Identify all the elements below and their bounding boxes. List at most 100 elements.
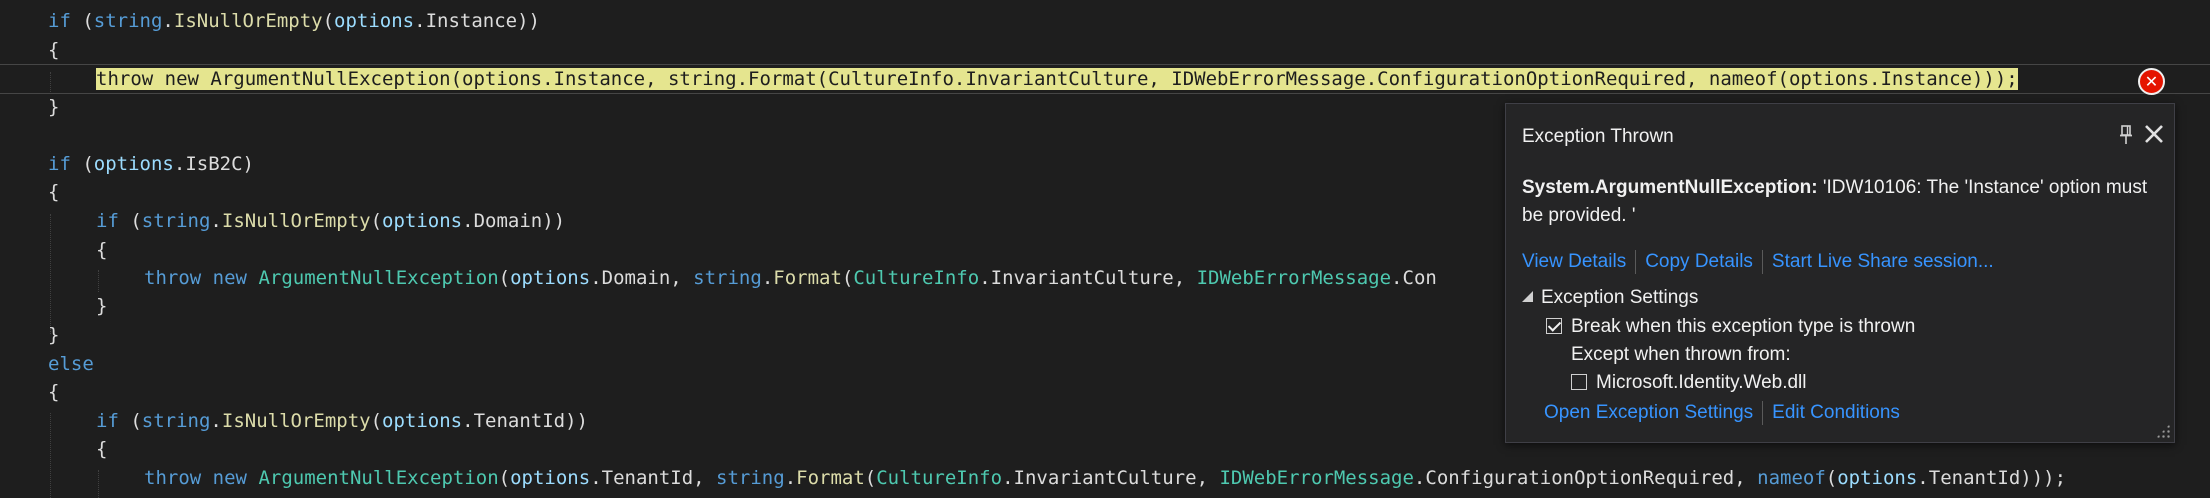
code-token: , bbox=[693, 467, 717, 489]
link-separator bbox=[1761, 250, 1763, 274]
code-token: , bbox=[1734, 467, 1758, 489]
code-token: new bbox=[212, 467, 247, 489]
code-token: ( bbox=[118, 210, 142, 232]
pin-icon[interactable] bbox=[2118, 124, 2134, 146]
code-token: ( bbox=[864, 467, 877, 489]
code-token: { bbox=[48, 381, 60, 403]
code-line: else bbox=[48, 350, 94, 379]
code-token: . bbox=[414, 10, 426, 32]
code-token: ArgumentNullException bbox=[258, 467, 499, 489]
code-token: options bbox=[510, 467, 591, 489]
code-token: if bbox=[48, 153, 71, 175]
module-exception-label: Microsoft.Identity.Web.dll bbox=[1596, 372, 1807, 393]
edit-conditions-link[interactable]: Edit Conditions bbox=[1772, 402, 1900, 423]
code-token: string bbox=[141, 210, 211, 232]
code-line: throw new ArgumentNullException(options.… bbox=[144, 264, 1437, 293]
settings-links: Open Exception Settings Edit Conditions bbox=[1544, 401, 1900, 425]
exception-type: System.ArgumentNullException: bbox=[1522, 177, 1818, 198]
code-token: string bbox=[141, 410, 211, 432]
break-when-thrown-label: Break when this exception type is thrown bbox=[1571, 316, 1916, 337]
code-token: } bbox=[96, 295, 108, 317]
code-token: ( bbox=[370, 210, 383, 232]
module-exception-checkbox[interactable] bbox=[1571, 374, 1587, 390]
code-token: { bbox=[48, 39, 60, 61]
code-token: string bbox=[93, 10, 163, 32]
code-token: ( bbox=[1825, 467, 1838, 489]
code-token: throw new ArgumentNullException(options.… bbox=[96, 68, 2018, 90]
code-token: . bbox=[784, 467, 797, 489]
code-token: options bbox=[382, 410, 463, 432]
code-token: options bbox=[1837, 467, 1918, 489]
code-token: )) bbox=[542, 210, 566, 232]
code-line: if (string.IsNullOrEmpty(options.TenantI… bbox=[96, 407, 588, 436]
indent-guide bbox=[50, 214, 51, 334]
break-when-thrown-row[interactable]: Break when this exception type is thrown bbox=[1546, 316, 1915, 338]
code-line: { bbox=[48, 36, 59, 65]
code-line: if (options.IsB2C) bbox=[48, 150, 254, 179]
code-token: . bbox=[590, 467, 602, 489]
exception-message: System.ArgumentNullException: 'IDW10106:… bbox=[1522, 174, 2162, 230]
code-token: Format bbox=[796, 467, 865, 489]
code-token: ConfigurationOptionRequired bbox=[1425, 467, 1735, 489]
close-icon[interactable] bbox=[2142, 122, 2166, 146]
code-token: ( bbox=[70, 10, 94, 32]
code-line: if (string.IsNullOrEmpty(options.Domain)… bbox=[96, 207, 565, 236]
code-token: , bbox=[1196, 467, 1220, 489]
code-token: throw bbox=[144, 467, 202, 489]
indent-guide bbox=[98, 470, 99, 498]
code-token: . bbox=[210, 210, 222, 232]
code-line: } bbox=[48, 321, 59, 350]
view-details-link[interactable]: View Details bbox=[1522, 251, 1626, 272]
code-token: . bbox=[1413, 467, 1426, 489]
copy-details-link[interactable]: Copy Details bbox=[1645, 251, 1753, 272]
code-token: string bbox=[716, 467, 785, 489]
code-token: { bbox=[48, 181, 60, 203]
code-token: if bbox=[96, 410, 119, 432]
code-line: throw new ArgumentNullException(options.… bbox=[144, 464, 2066, 493]
code-token: , bbox=[1173, 267, 1197, 289]
code-token: TenantId bbox=[1928, 467, 2021, 489]
code-token: nameof bbox=[1757, 467, 1826, 489]
open-exception-settings-link[interactable]: Open Exception Settings bbox=[1544, 402, 1753, 423]
code-token: } bbox=[48, 324, 60, 346]
live-share-link[interactable]: Start Live Share session... bbox=[1772, 251, 1994, 272]
code-token: ( bbox=[498, 467, 511, 489]
code-token: options bbox=[382, 210, 463, 232]
code-line: if (string.IsNullOrEmpty(options.Instanc… bbox=[48, 7, 540, 36]
code-token: . bbox=[1391, 267, 1403, 289]
error-circle-icon[interactable]: ✕ bbox=[2138, 68, 2165, 95]
code-token: Domain bbox=[473, 210, 543, 232]
code-token: ( bbox=[498, 267, 511, 289]
exception-helper-popup: Exception Thrown System.ArgumentNullExce… bbox=[1505, 103, 2175, 443]
code-token: options bbox=[510, 267, 591, 289]
code-token: ))); bbox=[2020, 467, 2067, 489]
code-token: options bbox=[334, 10, 415, 32]
code-token: . bbox=[1917, 467, 1929, 489]
code-token: ( bbox=[841, 267, 854, 289]
code-token: IsNullOrEmpty bbox=[221, 210, 371, 232]
code-token: new bbox=[212, 267, 247, 289]
popup-header: Exception Thrown bbox=[1506, 104, 2174, 148]
code-token: ) bbox=[242, 153, 254, 175]
code-token: )) bbox=[565, 410, 588, 432]
code-token: ( bbox=[322, 10, 335, 32]
indent-guide bbox=[50, 413, 51, 498]
code-token: CultureInfo bbox=[876, 467, 1003, 489]
resize-grip-icon[interactable] bbox=[2156, 424, 2170, 438]
code-token: . bbox=[1002, 467, 1014, 489]
break-when-thrown-checkbox[interactable] bbox=[1546, 318, 1562, 334]
current-line: throw new ArgumentNullException(options.… bbox=[0, 64, 2210, 94]
code-token: { bbox=[96, 239, 108, 261]
exception-settings-header[interactable]: Exception Settings bbox=[1522, 287, 1698, 309]
except-when-label: Except when thrown from: bbox=[1571, 344, 1791, 365]
code-token: ( bbox=[370, 410, 383, 432]
code-token: . bbox=[462, 210, 474, 232]
code-token: . bbox=[162, 10, 174, 32]
module-exception-row[interactable]: Microsoft.Identity.Web.dll bbox=[1571, 372, 1806, 394]
code-token: TenantId bbox=[601, 467, 694, 489]
code-token: ArgumentNullException bbox=[258, 267, 499, 289]
collapse-triangle-icon[interactable] bbox=[1522, 291, 1533, 302]
